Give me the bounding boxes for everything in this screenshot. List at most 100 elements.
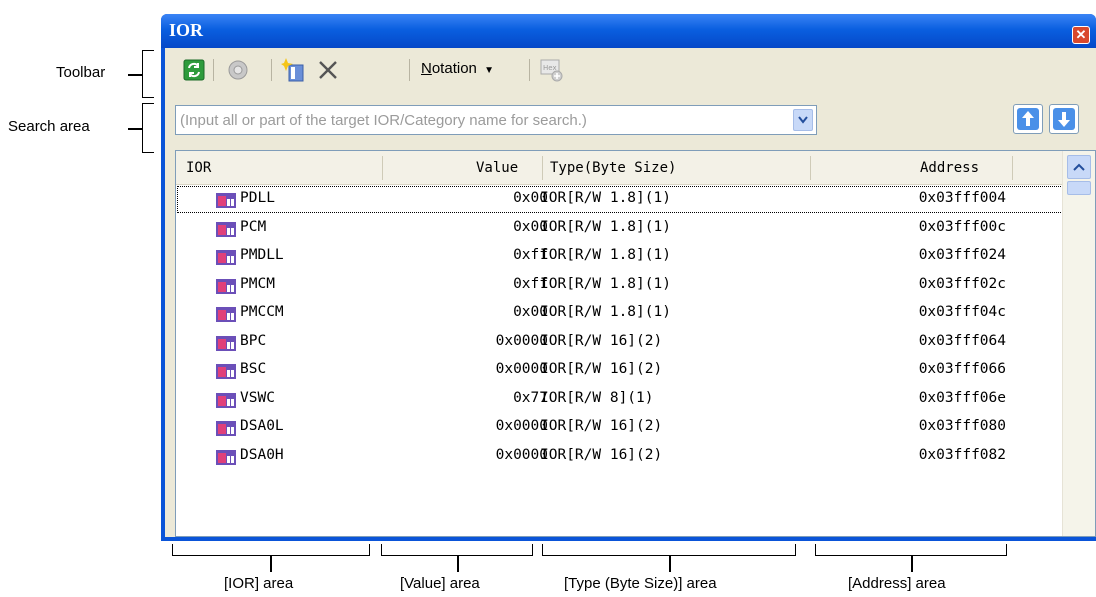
refresh-button[interactable]: [181, 57, 207, 83]
chevron-down-icon: [798, 116, 808, 124]
annotation-address-area: [Address] area: [848, 575, 946, 592]
ior-grid[interactable]: IOR Value Type(Byte Size) Address PDLL 0x…: [175, 150, 1096, 537]
delete-icon: [319, 61, 337, 79]
type-cell: IOR[R/W 16](2): [540, 418, 663, 434]
title-bar[interactable]: IOR ✕: [161, 14, 1096, 48]
column-divider[interactable]: [1012, 156, 1013, 180]
annotation-ior-area: [IOR] area: [224, 575, 294, 592]
register-icon: [216, 307, 236, 322]
address-cell: 0x03fff064: [918, 332, 1006, 349]
column-header-ior[interactable]: IOR: [186, 160, 211, 176]
type-cell: IOR[R/W 16](2): [540, 446, 663, 463]
search-forward-button[interactable]: [1049, 104, 1079, 134]
ior-name-cell: PCM: [240, 218, 267, 235]
watch-button[interactable]: [225, 57, 251, 83]
ior-name-cell: DSA0H: [240, 446, 284, 463]
ior-name-cell: DSA0L: [240, 418, 284, 434]
table-row[interactable]: DSA0L 0x0000 IOR[R/W 16](2) 0x03fff080: [176, 413, 1064, 442]
toolbar-leader-line: [128, 74, 142, 76]
type-cell: IOR[R/W 16](2): [540, 361, 663, 377]
notation-accel-key: N: [421, 60, 432, 77]
new-category-button[interactable]: [281, 57, 307, 83]
close-icon: ✕: [1075, 27, 1087, 42]
register-icon: [216, 221, 236, 237]
type-cell: IOR[R/W 8](1): [540, 389, 654, 406]
client-area: Notation ▼ Hex (Input all or part of the…: [165, 48, 1096, 537]
column-header-address[interactable]: Address: [920, 160, 979, 176]
register-icon: [216, 421, 236, 436]
toolbar-bracket: [142, 50, 154, 98]
address-cell: 0x03fff066: [918, 361, 1006, 377]
column-header-type[interactable]: Type(Byte Size): [550, 160, 676, 176]
table-row[interactable]: DSA0H 0x0000 IOR[R/W 16](2) 0x03fff082: [176, 442, 1064, 471]
delete-button[interactable]: [315, 57, 341, 83]
ior-name-cell: PDLL: [240, 190, 275, 206]
table-row[interactable]: VSWC 0x77 IOR[R/W 8](1) 0x03fff06e: [176, 385, 1064, 414]
grid-header: IOR Value Type(Byte Size) Address: [176, 151, 1064, 185]
address-cell: 0x03fff04c: [918, 304, 1006, 320]
address-cell: 0x03fff024: [918, 247, 1006, 263]
search-bracket: [142, 103, 154, 153]
toolbar-separator: [213, 59, 214, 81]
column-header-value[interactable]: Value: [476, 160, 518, 176]
notation-menu[interactable]: Notation ▼: [421, 60, 494, 77]
notation-label: otation: [431, 60, 477, 77]
table-row[interactable]: PDLL 0x00 IOR[R/W 1.8](1) 0x03fff004: [176, 185, 1064, 214]
address-cell: 0x03fff02c: [918, 275, 1006, 292]
column-divider[interactable]: [542, 156, 543, 180]
address-cell: 0x03fff004: [918, 190, 1006, 206]
close-button[interactable]: ✕: [1072, 26, 1090, 44]
grid-rows: PDLL 0x00 IOR[R/W 1.8](1) 0x03fff004 PCM 0x00…: [176, 185, 1064, 470]
ior-leader-line: [270, 556, 272, 572]
chevron-down-icon: ▼: [484, 65, 494, 76]
ior-name-cell: VSWC: [240, 389, 275, 406]
search-input[interactable]: [176, 106, 776, 134]
address-column-bracket: [815, 544, 1007, 556]
vertical-scrollbar[interactable]: [1062, 151, 1095, 536]
search-history-dropdown[interactable]: [793, 109, 813, 131]
column-divider[interactable]: [382, 156, 383, 180]
register-icon: [216, 392, 236, 408]
svg-text:Hex: Hex: [543, 64, 557, 72]
table-row[interactable]: PMDLL 0xff IOR[R/W 1.8](1) 0x03fff024: [176, 242, 1064, 271]
refresh-icon: [183, 59, 205, 81]
ior-name-cell: BPC: [240, 332, 267, 349]
ior-name-cell: PMDLL: [240, 247, 284, 263]
table-row[interactable]: PMCM 0xff IOR[R/W 1.8](1) 0x03fff02c: [176, 271, 1064, 300]
scroll-up-button[interactable]: [1067, 155, 1091, 179]
search-forward-icon: [1053, 108, 1075, 130]
ior-column-bracket: [172, 544, 370, 556]
type-cell: IOR[R/W 1.8](1): [540, 275, 671, 292]
register-icon: [216, 364, 236, 379]
table-row[interactable]: BSC 0x0000 IOR[R/W 16](2) 0x03fff066: [176, 356, 1064, 385]
search-leader-line: [128, 128, 142, 130]
search-field[interactable]: [175, 105, 817, 135]
ior-window: IOR ✕ Notation ▼ Hex (Input all or part …: [161, 14, 1096, 541]
annotation-toolbar: Toolbar: [56, 64, 106, 81]
table-row[interactable]: BPC 0x0000 IOR[R/W 16](2) 0x03fff064: [176, 328, 1064, 357]
register-icon: [216, 335, 236, 351]
type-cell: IOR[R/W 1.8](1): [540, 247, 671, 263]
search-backward-icon: [1017, 108, 1039, 130]
register-icon: [216, 193, 236, 208]
address-cell: 0x03fff00c: [918, 218, 1006, 235]
column-divider[interactable]: [810, 156, 811, 180]
table-row[interactable]: PMCCM 0x00 IOR[R/W 1.8](1) 0x03fff04c: [176, 299, 1064, 328]
address-cell: 0x03fff06e: [918, 389, 1006, 406]
table-row[interactable]: PCM 0x00 IOR[R/W 1.8](1) 0x03fff00c: [176, 214, 1064, 243]
window-title: IOR: [169, 20, 204, 40]
register-icon: [216, 278, 236, 294]
register-icon: [216, 250, 236, 265]
type-column-bracket: [542, 544, 796, 556]
new-category-icon: [281, 58, 304, 82]
hex-button[interactable]: Hex: [539, 57, 565, 83]
ior-name-cell: PMCM: [240, 275, 275, 292]
hex-icon: Hex: [540, 59, 563, 82]
value-leader-line: [457, 556, 459, 572]
ior-name-cell: BSC: [240, 361, 267, 377]
address-cell: 0x03fff082: [918, 446, 1006, 463]
register-icon: [216, 449, 236, 465]
search-backward-button[interactable]: [1013, 104, 1043, 134]
scroll-thumb[interactable]: [1067, 181, 1091, 195]
value-column-bracket: [381, 544, 533, 556]
